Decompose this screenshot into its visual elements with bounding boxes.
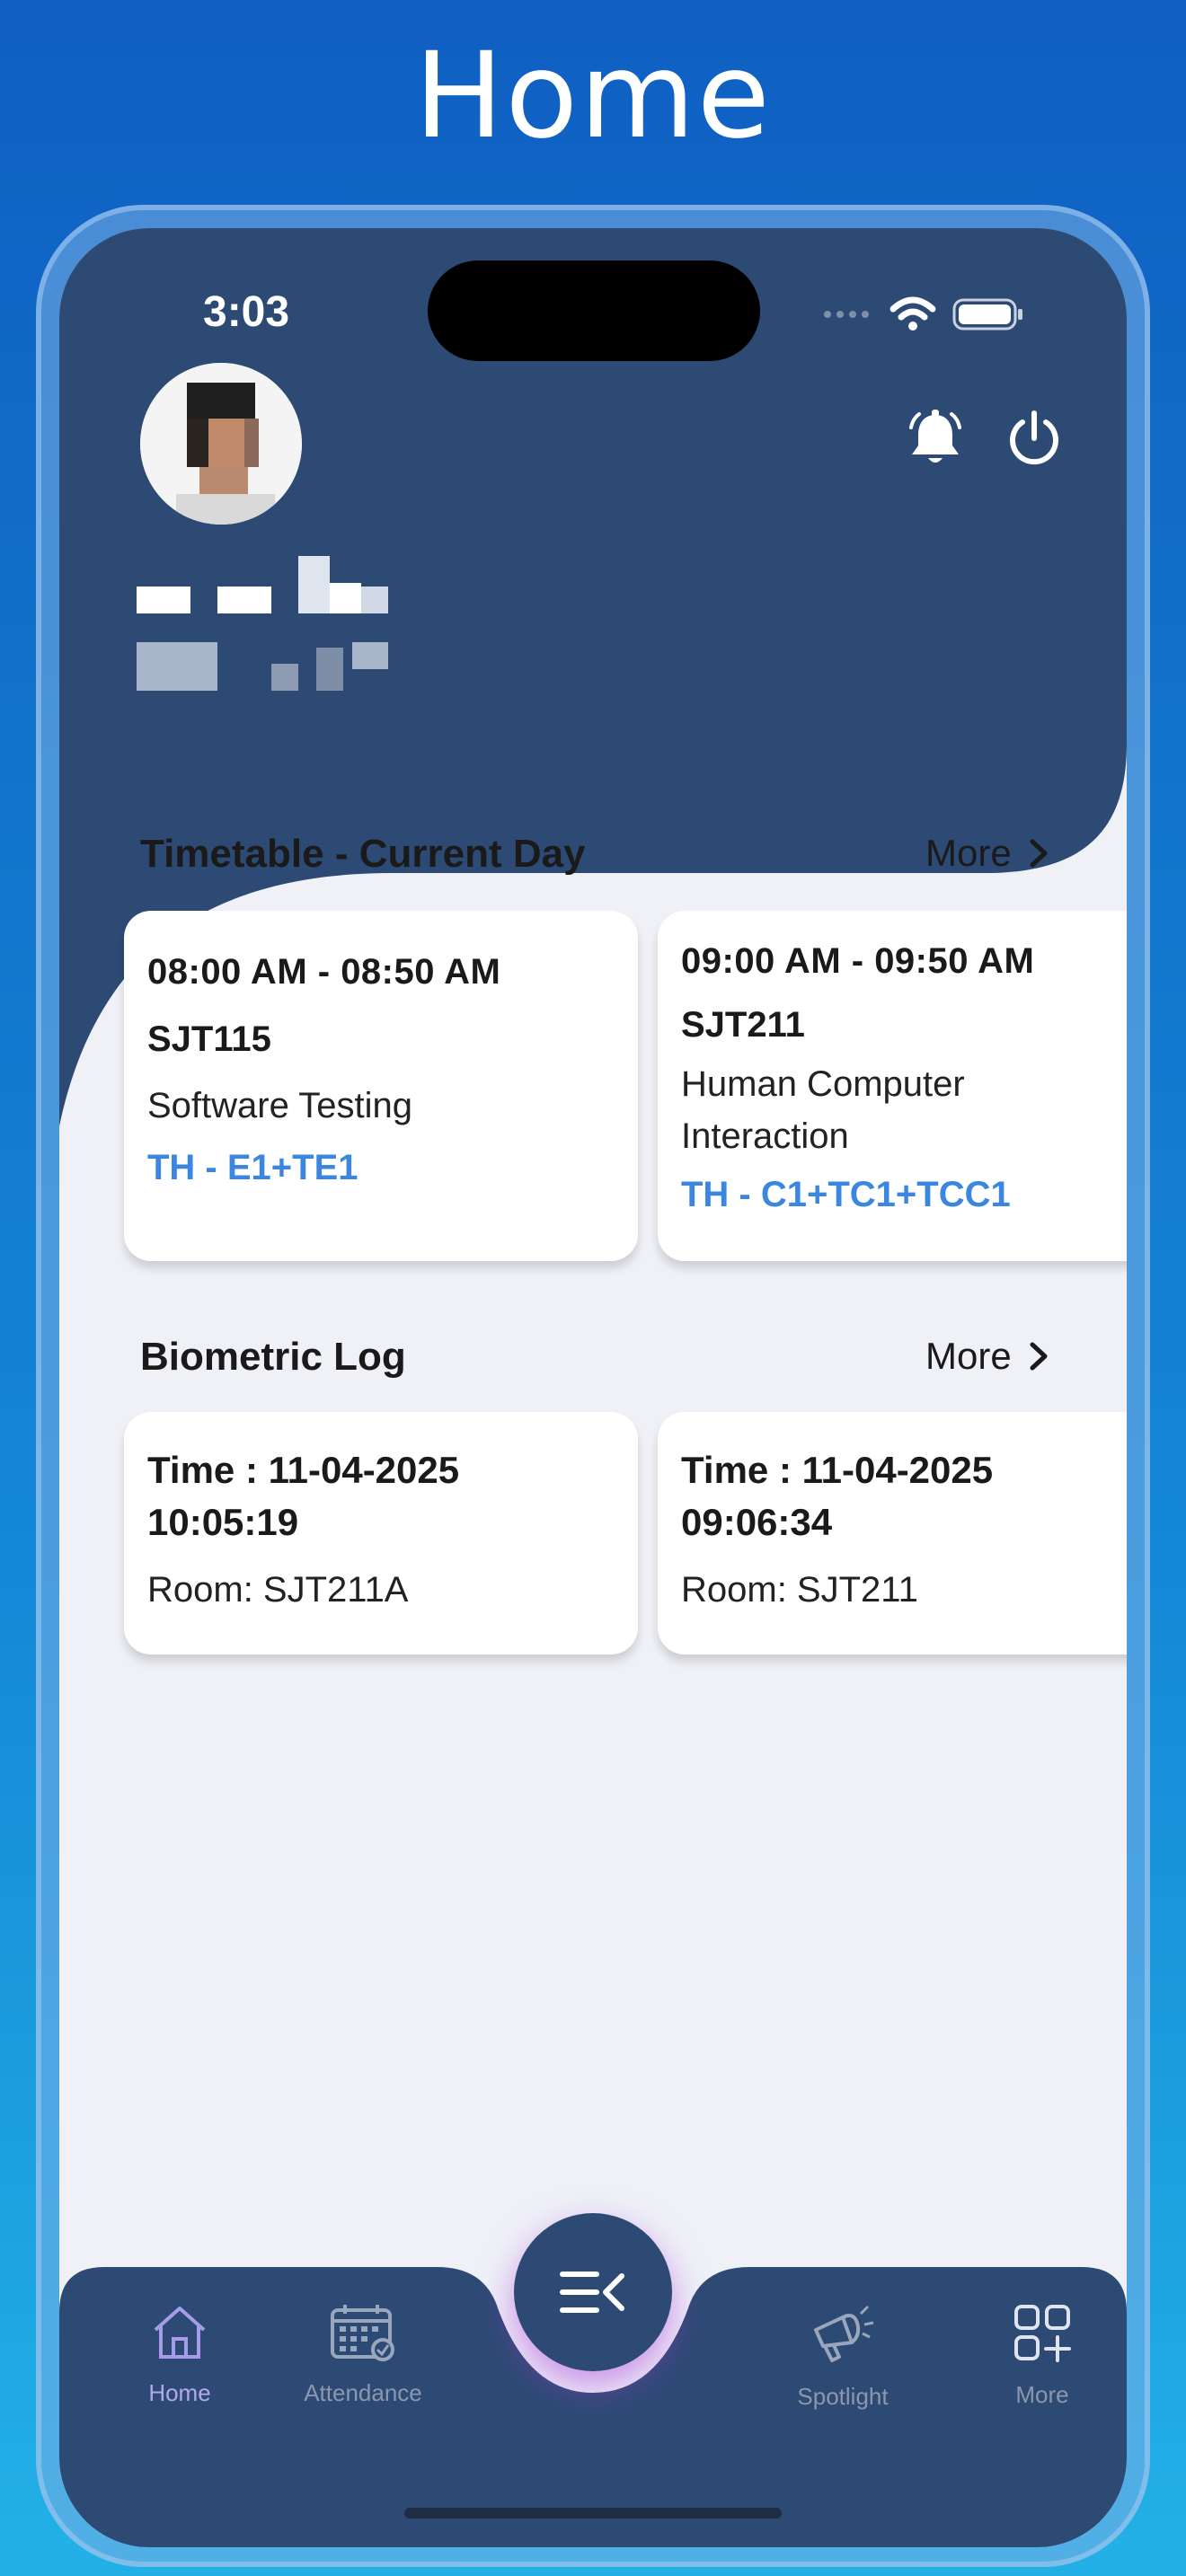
timetable-card[interactable]: 08:00 AM - 08:50 AM SJT115 Software Test… <box>124 911 638 1261</box>
nav-home[interactable]: Home <box>99 2303 261 2407</box>
biometric-more-label: More <box>925 1335 1012 1377</box>
class-time: 08:00 AM - 08:50 AM <box>147 952 501 992</box>
nav-home-label: Home <box>148 2379 211 2406</box>
course-name-line2: Interaction <box>681 1116 849 1156</box>
nav-more-label: More <box>1015 2381 1069 2408</box>
banner-title: Home <box>414 27 772 165</box>
timetable-more-link[interactable]: More <box>925 832 1049 875</box>
course-name-line1: Human Computer <box>681 1064 965 1104</box>
timetable-card[interactable]: 09:00 AM - 09:50 AM SJT211 Human Compute… <box>658 911 1127 1261</box>
timetable-more-label: More <box>925 832 1012 874</box>
log-room: Room: SJT211 <box>681 1570 918 1610</box>
biometric-more-link[interactable]: More <box>925 1335 1049 1378</box>
signal-icon <box>824 311 869 318</box>
log-time-date: Time : 11-04-2025 <box>147 1449 460 1491</box>
avatar-image <box>140 363 302 525</box>
biometric-section-title: Biometric Log <box>140 1335 406 1379</box>
wifi-icon <box>890 296 936 331</box>
log-time-clock: 10:05:19 <box>147 1501 299 1543</box>
menu-fab-button[interactable] <box>514 2213 672 2371</box>
dynamic-island <box>428 260 760 361</box>
log-time-clock: 09:06:34 <box>681 1501 833 1543</box>
chevron-right-icon <box>1030 1342 1048 1371</box>
calendar-icon <box>331 2305 394 2361</box>
nav-more[interactable]: More <box>961 2303 1123 2409</box>
grid-plus-icon <box>1014 2305 1071 2362</box>
power-icon[interactable] <box>1003 408 1066 471</box>
log-room: Room: SJT211A <box>147 1570 409 1610</box>
biometric-card[interactable]: Time : 11-04-2025 09:06:34 Room: SJT211 <box>658 1412 1127 1654</box>
home-indicator[interactable] <box>404 2508 782 2519</box>
chevron-right-icon <box>1030 839 1048 868</box>
home-icon <box>154 2307 206 2359</box>
status-icons <box>823 287 1024 341</box>
menu-collapse-icon <box>560 2272 624 2313</box>
class-slot: TH - E1+TE1 <box>147 1148 358 1187</box>
battery-icon <box>952 298 1022 331</box>
class-time: 09:00 AM - 09:50 AM <box>681 941 1035 981</box>
app-screen: 3:03 Timetable - Current Day More 08:00 … <box>59 228 1127 2547</box>
status-time: 3:03 <box>203 288 290 336</box>
avatar[interactable] <box>140 363 302 525</box>
nav-attendance[interactable]: Attendance <box>282 2303 444 2407</box>
course-name: Software Testing <box>147 1086 412 1125</box>
biometric-card[interactable]: Time : 11-04-2025 10:05:19 Room: SJT211A <box>124 1412 638 1654</box>
megaphone-icon <box>814 2305 874 2362</box>
course-code: SJT211 <box>681 1005 805 1045</box>
nav-spotlight[interactable]: Spotlight <box>762 2303 924 2411</box>
nav-attendance-label: Attendance <box>304 2379 422 2406</box>
timetable-section-title: Timetable - Current Day <box>140 832 586 876</box>
class-slot: TH - C1+TC1+TCC1 <box>681 1175 1011 1214</box>
nav-spotlight-label: Spotlight <box>797 2383 889 2410</box>
course-code: SJT115 <box>147 1019 271 1059</box>
log-time-date: Time : 11-04-2025 <box>681 1449 994 1491</box>
profile-name-redacted <box>137 556 388 691</box>
bell-icon[interactable] <box>904 408 967 471</box>
